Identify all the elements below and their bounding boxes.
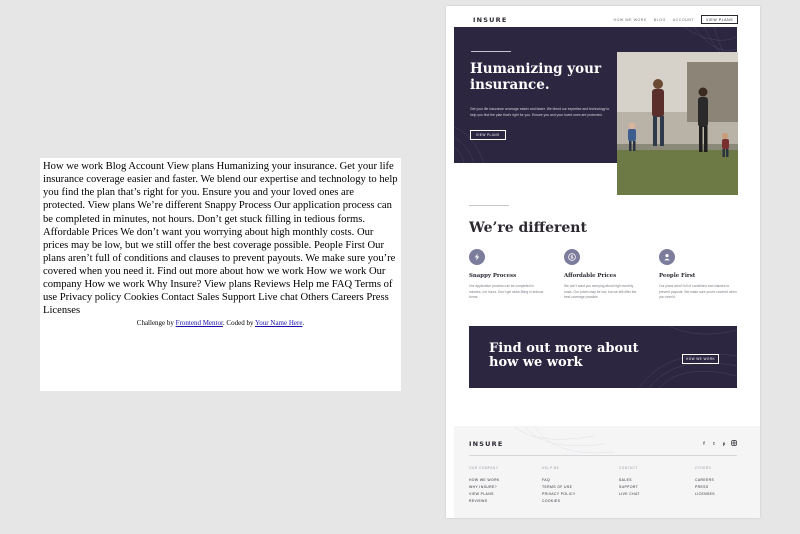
svg-text:$: $ <box>570 255 573 261</box>
feature-snappy-process: Snappy Process Our application process c… <box>469 249 547 301</box>
footer: INSURE f t p Our company How we work Why… <box>454 426 760 518</box>
author-link[interactable]: Your Name Here <box>255 319 303 327</box>
footer-divider <box>469 455 737 456</box>
hero-description: Get your life insurance coverage easier … <box>470 107 610 117</box>
social-links: f t p <box>701 440 737 446</box>
different-divider <box>469 205 509 206</box>
footer-link[interactable]: Careers <box>695 477 755 484</box>
attribution: Challenge by Frontend Mentor. Coded by Y… <box>43 319 398 328</box>
feature-description: Our plans aren’t full of conditions and … <box>659 284 737 300</box>
footer-link[interactable]: Live chat <box>619 491 679 498</box>
instagram-icon[interactable] <box>731 440 737 446</box>
footer-link[interactable]: Terms of use <box>542 484 602 491</box>
feature-title: Affordable Prices <box>564 273 617 279</box>
footer-link[interactable]: Licenses <box>695 491 755 498</box>
family-photo <box>617 52 738 195</box>
footer-column-heading: Our company <box>469 466 499 470</box>
nav-view-plans-button[interactable]: View plans <box>701 15 738 24</box>
footer-column-contact: Contact Sales Support Live chat <box>619 466 679 498</box>
footer-column-heading: Contact <box>619 466 638 470</box>
footer-column-heading: Help me <box>542 466 560 470</box>
site-logo[interactable]: INSURE <box>473 16 507 24</box>
footer-link[interactable]: Support <box>619 484 679 491</box>
nav-link-account[interactable]: Account <box>673 18 694 22</box>
cta-how-we-work-button[interactable]: How we work <box>682 354 720 364</box>
hero-divider <box>471 51 511 52</box>
feature-people-first: People First Our plans aren’t full of co… <box>659 249 737 301</box>
feature-description: We don’t want you worrying about high mo… <box>564 284 637 300</box>
feature-affordable-prices: $ Affordable Prices We don’t want you wo… <box>564 249 642 301</box>
twitter-icon[interactable]: t <box>711 440 717 446</box>
footer-link[interactable]: Reviews <box>469 498 529 505</box>
unstyled-body-text: How we work Blog Account View plans Huma… <box>43 161 398 317</box>
footer-column-help-me: Help me FAQ Terms of use Privacy policy … <box>542 466 602 505</box>
footer-link[interactable]: How we work <box>469 477 529 484</box>
footer-link[interactable]: Press <box>695 484 755 491</box>
feature-title: Snappy Process <box>469 273 517 279</box>
cta-title: Find out more about how we work <box>489 341 639 370</box>
pinterest-icon[interactable]: p <box>721 440 727 446</box>
footer-column-heading: Others <box>695 466 712 470</box>
footer-link[interactable]: Cookies <box>542 498 602 505</box>
footer-link[interactable]: View plans <box>469 491 529 498</box>
hero-title: Humanizing your insurance. <box>470 61 602 93</box>
footer-link[interactable]: Why Insure? <box>469 484 529 491</box>
frontend-mentor-link[interactable]: Frontend Mentor <box>176 319 223 327</box>
footer-column-others: Others Careers Press Licenses <box>695 466 755 498</box>
hero-view-plans-button[interactable]: View plans <box>470 130 506 140</box>
footer-link[interactable]: Sales <box>619 477 679 484</box>
facebook-icon[interactable]: f <box>701 440 707 446</box>
attribution-coded-prefix: . Coded by <box>222 318 255 327</box>
unstyled-page-preview: How we work Blog Account View plans Huma… <box>40 158 401 391</box>
cta-banner: Find out more about how we work How we w… <box>469 326 737 388</box>
styled-page-preview: INSURE How we work Blog Account View pla… <box>446 6 760 518</box>
feature-description: Our application process can be completed… <box>469 284 544 300</box>
attribution-suffix: . <box>302 318 305 327</box>
person-icon <box>659 249 675 265</box>
nav-link-how-we-work[interactable]: How we work <box>614 18 647 22</box>
dollar-icon: $ <box>564 249 580 265</box>
footer-column-our-company: Our company How we work Why Insure? View… <box>469 466 529 505</box>
footer-link[interactable]: FAQ <box>542 477 602 484</box>
footer-logo[interactable]: INSURE <box>469 440 503 448</box>
attribution-challenge-prefix: Challenge by <box>136 318 176 327</box>
nav-links: How we work Blog Account View plans <box>614 15 738 24</box>
different-title: We’re different <box>469 220 587 236</box>
feature-title: People First <box>659 273 696 279</box>
nav-link-blog[interactable]: Blog <box>654 18 666 22</box>
lightning-icon <box>469 249 485 265</box>
footer-link[interactable]: Privacy policy <box>542 491 602 498</box>
